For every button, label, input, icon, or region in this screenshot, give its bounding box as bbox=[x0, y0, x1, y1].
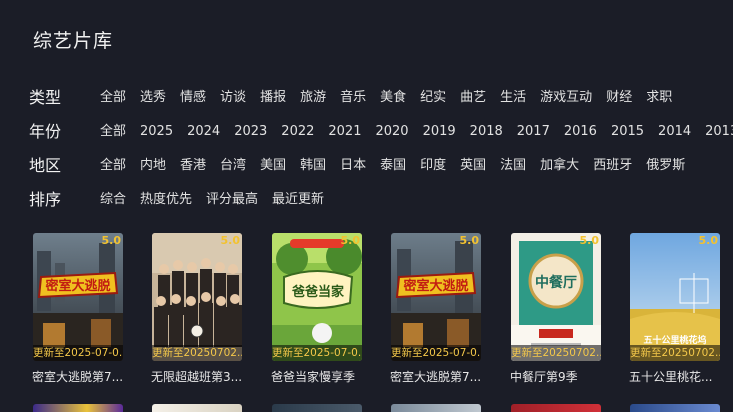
filter-option[interactable]: 播报 bbox=[260, 86, 286, 110]
filter-label-sort: 排序 bbox=[29, 190, 62, 209]
update-status: 更新至20250702... bbox=[630, 345, 720, 361]
show-card[interactable]: 中餐厅 5.0 更新至20250702... 中餐厅第9季 bbox=[510, 233, 601, 385]
show-title: 无限超越班第3... bbox=[151, 370, 243, 384]
poster-image: 密室大逃脱 5.0 更新至2025-07-0... bbox=[33, 233, 123, 361]
show-title: 爸爸当家慢享季 bbox=[271, 370, 356, 384]
sort-option[interactable]: 最近更新 bbox=[272, 188, 324, 212]
filter-row-year: 年份 全部 2025 2024 2023 2022 2021 2020 2019… bbox=[29, 120, 733, 144]
show-card[interactable]: 爸爸当家 5.0 更新至2025-07-0... 爸爸当家慢享季 bbox=[271, 233, 362, 385]
filter-option[interactable]: 全部 bbox=[100, 154, 126, 178]
filter-option[interactable]: 俄罗斯 bbox=[646, 154, 685, 178]
update-status: 更新至2025-07-0... bbox=[391, 345, 481, 361]
poster-image: 五十公里桃花坞 5.0 更新至20250702... bbox=[630, 233, 720, 361]
poster-image: 爸爸当家 5.0 更新至2025-07-0... bbox=[272, 233, 362, 361]
sort-option[interactable]: 评分最高 bbox=[206, 188, 258, 212]
filter-option[interactable]: 日本 bbox=[340, 154, 366, 178]
sort-option[interactable]: 热度优先 bbox=[140, 188, 192, 212]
poster-image: 密室大逃脱 5.0 更新至2025-07-0... bbox=[391, 233, 481, 361]
show-title: 密室大逃脱第7... bbox=[32, 370, 124, 384]
score-badge: 5.0 bbox=[220, 234, 241, 247]
filter-option[interactable]: 泰国 bbox=[380, 154, 406, 178]
filter-option[interactable]: 2021 bbox=[328, 120, 361, 144]
filter-option[interactable]: 旅游 bbox=[300, 86, 326, 110]
filter-option[interactable]: 2016 bbox=[564, 120, 597, 144]
show-card[interactable]: 五十公里桃花坞 5.0 更新至20250702... 五十公里桃花... bbox=[629, 233, 720, 385]
show-card[interactable]: 5.0 更新至20250702... 无限超越班第3... bbox=[151, 233, 242, 385]
filter-option[interactable]: 2022 bbox=[281, 120, 314, 144]
score-badge: 5.0 bbox=[579, 234, 600, 247]
filter-option[interactable]: 财经 bbox=[606, 86, 632, 110]
filter-option[interactable]: 纪实 bbox=[420, 86, 446, 110]
show-title: 密室大逃脱第7... bbox=[390, 370, 482, 384]
show-card[interactable]: 密室大逃脱 5.0 更新至2025-07-0... 密室大逃脱第7... bbox=[32, 233, 123, 385]
filter-option[interactable]: 2018 bbox=[470, 120, 503, 144]
filter-label-year: 年份 bbox=[29, 122, 62, 141]
filter-option[interactable]: 法国 bbox=[500, 154, 526, 178]
update-status: 更新至20250702... bbox=[511, 345, 601, 361]
show-card-partial[interactable] bbox=[33, 404, 123, 412]
show-title: 五十公里桃花... bbox=[629, 370, 713, 384]
score-badge: 5.0 bbox=[340, 234, 361, 247]
filter-option[interactable]: 2023 bbox=[234, 120, 267, 144]
poster-image: 5.0 更新至20250702... bbox=[152, 233, 242, 361]
filter-option[interactable]: 游戏互动 bbox=[540, 86, 592, 110]
score-badge: 5.0 bbox=[698, 234, 719, 247]
update-status: 更新至2025-07-0... bbox=[272, 345, 362, 361]
page-title: 综艺片库 bbox=[33, 30, 114, 52]
filter-option[interactable]: 韩国 bbox=[300, 154, 326, 178]
update-status: 更新至2025-07-0... bbox=[33, 345, 123, 361]
filter-option[interactable]: 访谈 bbox=[220, 86, 246, 110]
filter-option[interactable]: 求职 bbox=[646, 86, 672, 110]
filter-option[interactable]: 曲艺 bbox=[460, 86, 486, 110]
filter-option[interactable]: 香港 bbox=[180, 154, 206, 178]
filter-option[interactable]: 生活 bbox=[500, 86, 526, 110]
filter-row-region: 地区 全部 内地 香港 台湾 美国 韩国 日本 泰国 印度 英国 法国 加拿大 … bbox=[29, 154, 733, 178]
update-status: 更新至20250702... bbox=[152, 345, 242, 361]
filter-label-type: 类型 bbox=[29, 88, 62, 107]
show-card-partial[interactable] bbox=[511, 404, 601, 412]
filter-option[interactable]: 2019 bbox=[423, 120, 456, 144]
filter-option[interactable]: 2015 bbox=[611, 120, 644, 144]
filter-option[interactable]: 内地 bbox=[140, 154, 166, 178]
poster-image: 中餐厅 5.0 更新至20250702... bbox=[511, 233, 601, 361]
show-card-partial[interactable] bbox=[272, 404, 362, 412]
score-badge: 5.0 bbox=[101, 234, 122, 247]
filter-option[interactable]: 西班牙 bbox=[593, 154, 632, 178]
filter-option[interactable]: 选秀 bbox=[140, 86, 166, 110]
filter-option[interactable]: 台湾 bbox=[220, 154, 246, 178]
filter-row-sort: 排序 综合 热度优先 评分最高 最近更新 bbox=[29, 188, 733, 212]
filter-option[interactable]: 情感 bbox=[180, 86, 206, 110]
filter-option[interactable]: 全部 bbox=[100, 86, 126, 110]
filter-option[interactable]: 2025 bbox=[140, 120, 173, 144]
filter-row-type: 类型 全部 选秀 情感 访谈 播报 旅游 音乐 美食 纪实 曲艺 生活 游戏互动… bbox=[29, 86, 733, 110]
show-card-partial[interactable] bbox=[391, 404, 481, 412]
show-card[interactable]: 密室大逃脱 5.0 更新至2025-07-0... 密室大逃脱第7... bbox=[390, 233, 481, 385]
filter-option[interactable]: 印度 bbox=[420, 154, 446, 178]
filter-option[interactable]: 加拿大 bbox=[540, 154, 579, 178]
filter-option[interactable]: 英国 bbox=[460, 154, 486, 178]
filter-option[interactable]: 2017 bbox=[517, 120, 550, 144]
show-card-partial[interactable] bbox=[630, 404, 720, 412]
show-card-partial[interactable] bbox=[152, 404, 242, 412]
filter-option[interactable]: 全部 bbox=[100, 120, 126, 144]
content-grid: 密室大逃脱 5.0 更新至2025-07-0... 密室大逃脱第7... 5.0… bbox=[0, 233, 733, 412]
filter-option[interactable]: 2013 bbox=[705, 120, 733, 144]
filter-option[interactable]: 美国 bbox=[260, 154, 286, 178]
filter-option[interactable]: 2020 bbox=[375, 120, 408, 144]
show-title: 中餐厅第9季 bbox=[510, 370, 578, 384]
filter-option[interactable]: 2014 bbox=[658, 120, 691, 144]
filter-label-region: 地区 bbox=[29, 156, 62, 175]
filter-option[interactable]: 美食 bbox=[380, 86, 406, 110]
filter-option[interactable]: 2024 bbox=[187, 120, 220, 144]
filter-option[interactable]: 音乐 bbox=[340, 86, 366, 110]
sort-option[interactable]: 综合 bbox=[100, 188, 126, 212]
score-badge: 5.0 bbox=[459, 234, 480, 247]
